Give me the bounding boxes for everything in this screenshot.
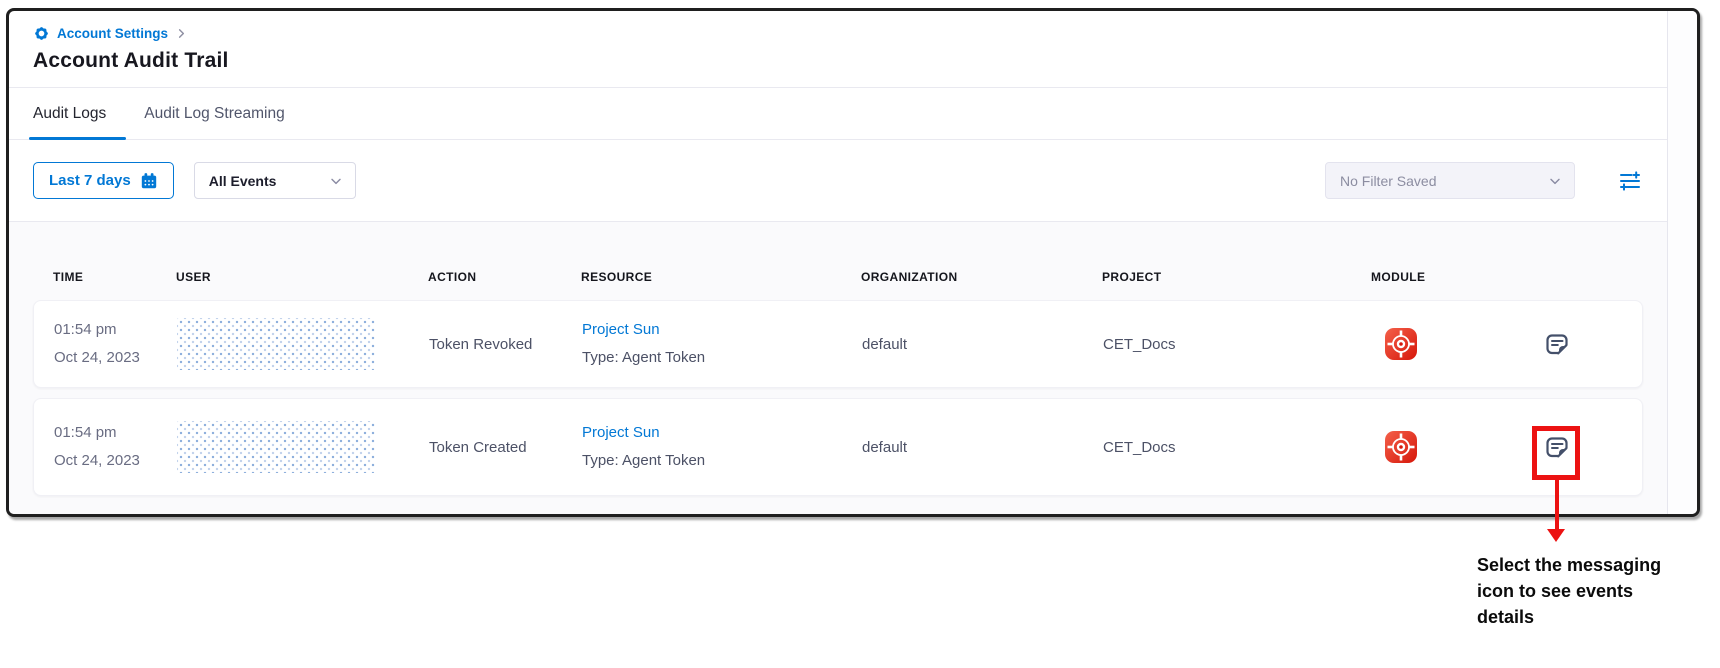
event-time: 01:54 pm	[54, 316, 177, 344]
time-cell: 01:54 pm Oct 24, 2023	[54, 419, 177, 475]
redacted-user-pattern	[177, 421, 375, 473]
resource-link[interactable]: Project Sun	[582, 419, 660, 447]
saved-filter-select[interactable]: No Filter Saved	[1325, 162, 1575, 199]
redacted-user-pattern	[177, 318, 375, 370]
page-title: Account Audit Trail	[33, 49, 1667, 73]
annotation-line: icon to see events	[1477, 578, 1720, 604]
filter-sliders-icon	[1618, 169, 1642, 193]
user-cell	[177, 318, 429, 370]
calendar-icon	[140, 172, 158, 190]
screenshot-canvas: Account Settings Account Audit Trail Aud…	[0, 0, 1720, 668]
column-header-organization: ORGANIZATION	[861, 270, 1102, 284]
event-date: Oct 24, 2023	[54, 447, 177, 475]
chevron-down-icon	[1547, 173, 1563, 189]
organization-cell: default	[862, 439, 1103, 456]
resource-type: Type: Agent Token	[582, 344, 862, 372]
cet-target-icon	[1385, 431, 1417, 463]
gear-icon	[33, 25, 50, 42]
column-header-action: ACTION	[428, 270, 581, 284]
breadcrumb[interactable]: Account Settings	[33, 25, 187, 42]
event-date: Oct 24, 2023	[54, 344, 177, 372]
annotation-text: Select the messaging icon to see events …	[1477, 552, 1720, 630]
annotation-line: details	[1477, 604, 1720, 630]
organization-cell: default	[862, 336, 1103, 353]
filter-settings-button[interactable]	[1617, 168, 1643, 194]
app-window: Account Settings Account Audit Trail Aud…	[6, 8, 1700, 517]
main-content: Account Settings Account Audit Trail Aud…	[9, 11, 1667, 514]
resource-link[interactable]: Project Sun	[582, 316, 660, 344]
tab-audit-log-streaming[interactable]: Audit Log Streaming	[144, 88, 284, 139]
resource-cell: Project Sun Type: Agent Token	[582, 419, 862, 475]
event-time: 01:54 pm	[54, 419, 177, 447]
date-range-label: Last 7 days	[49, 172, 131, 189]
page-header: Account Settings Account Audit Trail	[9, 11, 1667, 88]
audit-table: TIME USER ACTION RESOURCE ORGANIZATION P…	[9, 222, 1667, 514]
user-cell	[177, 421, 429, 473]
column-header-time: TIME	[53, 270, 176, 284]
event-type-value: All Events	[209, 173, 277, 189]
tab-label: Audit Logs	[33, 105, 106, 123]
table-row: 01:54 pm Oct 24, 2023 Token Created Proj…	[33, 398, 1643, 496]
column-header-resource: RESOURCE	[581, 270, 861, 284]
table-row: 01:54 pm Oct 24, 2023 Token Revoked Proj…	[33, 300, 1643, 388]
date-range-button[interactable]: Last 7 days	[33, 162, 174, 199]
column-header-user: USER	[176, 270, 428, 284]
column-header-project: PROJECT	[1102, 270, 1371, 284]
tab-label: Audit Log Streaming	[144, 105, 284, 123]
column-header-module: MODULE	[1371, 270, 1491, 284]
action-cell: Token Created	[429, 439, 582, 456]
project-cell: CET_Docs	[1103, 336, 1372, 353]
project-cell: CET_Docs	[1103, 439, 1372, 456]
filter-bar: Last 7 days Al	[9, 140, 1667, 222]
resource-type: Type: Agent Token	[582, 447, 862, 475]
cet-target-icon	[1385, 328, 1417, 360]
saved-filter-value: No Filter Saved	[1340, 173, 1436, 189]
table-header-row: TIME USER ACTION RESOURCE ORGANIZATION P…	[33, 270, 1643, 284]
annotation-arrow-line	[1555, 480, 1559, 530]
note-message-icon[interactable]	[1544, 331, 1570, 357]
breadcrumb-label[interactable]: Account Settings	[57, 26, 168, 41]
time-cell: 01:54 pm Oct 24, 2023	[54, 316, 177, 372]
module-cell	[1372, 431, 1492, 463]
chevron-right-icon	[176, 28, 187, 39]
column-header-details	[1491, 270, 1623, 284]
module-cell	[1372, 328, 1492, 360]
annotation-highlight-box	[1532, 426, 1580, 480]
event-type-select[interactable]: All Events	[194, 162, 356, 199]
annotation-arrow-head	[1547, 529, 1565, 542]
resource-cell: Project Sun Type: Agent Token	[582, 316, 862, 372]
tab-audit-logs[interactable]: Audit Logs	[33, 88, 106, 139]
annotation-line: Select the messaging	[1477, 552, 1720, 578]
right-gutter	[1667, 11, 1697, 514]
details-cell	[1492, 331, 1622, 357]
chevron-down-icon	[328, 173, 344, 189]
action-cell: Token Revoked	[429, 336, 582, 353]
tab-bar: Audit Logs Audit Log Streaming	[9, 88, 1667, 140]
